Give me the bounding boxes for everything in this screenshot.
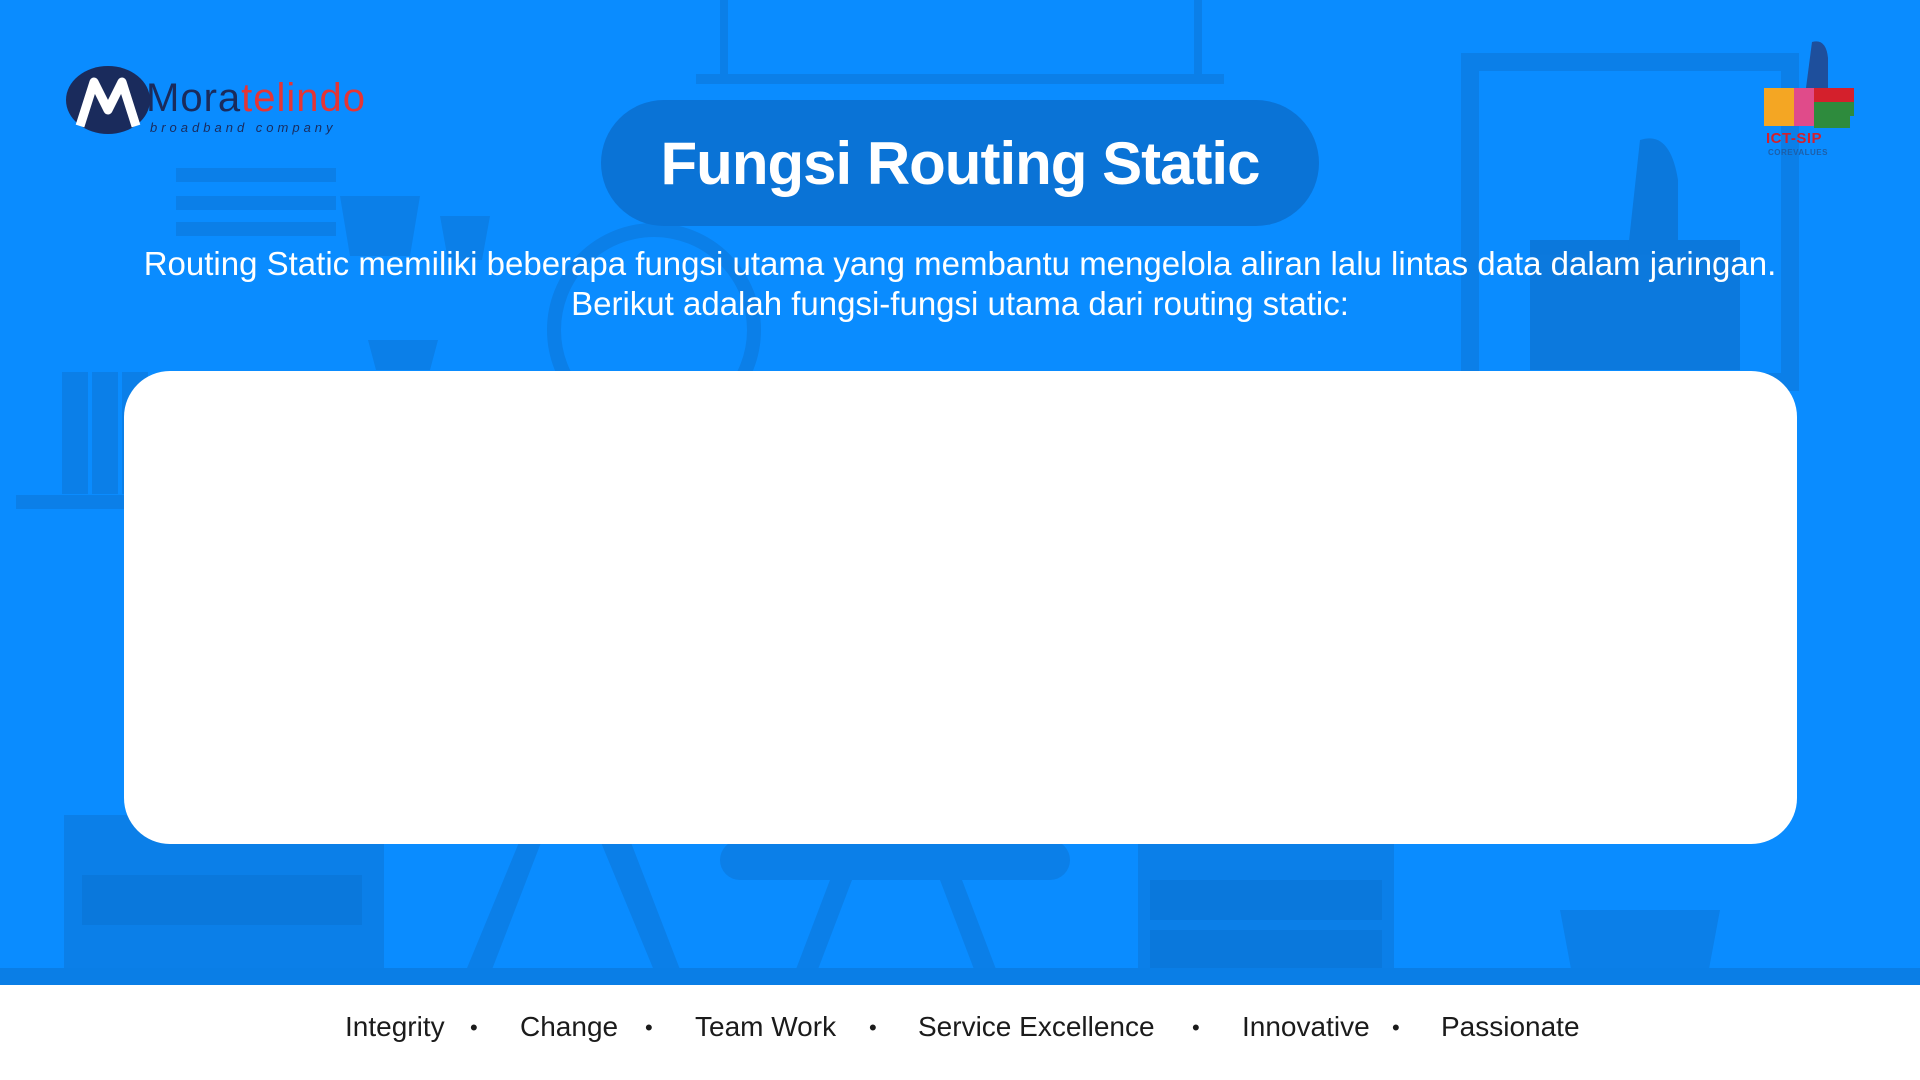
corevalues-badge: ICT-SIP COREVALUES xyxy=(1760,38,1860,168)
value-separator: • xyxy=(1392,1015,1400,1040)
value-separator: • xyxy=(1192,1015,1200,1040)
company-logo: Moratelindo broadband company xyxy=(66,58,366,148)
logo-mark-icon xyxy=(66,66,150,134)
value-team-work: Team Work xyxy=(695,1011,837,1042)
logo-wordmark: Moratelindo xyxy=(146,76,367,120)
floor-strip xyxy=(0,968,1920,985)
value-integrity: Integrity xyxy=(345,1011,445,1042)
thumbs-up-puzzle-icon xyxy=(1764,41,1854,128)
title-pill: Fungsi Routing Static xyxy=(601,100,1319,226)
content-card xyxy=(124,371,1797,844)
logo-tagline: broadband company xyxy=(150,120,337,135)
value-innovative: Innovative xyxy=(1242,1011,1370,1042)
value-separator: • xyxy=(869,1015,877,1040)
value-separator: • xyxy=(470,1015,478,1040)
intro-line-1: Routing Static memiliki beberapa fungsi … xyxy=(143,245,1777,282)
value-separator: • xyxy=(645,1015,653,1040)
intro-line-2: Berikut adalah fungsi-fungsi utama dari … xyxy=(571,285,1349,322)
corevalues-subtitle: COREVALUES xyxy=(1768,148,1828,157)
value-change: Change xyxy=(520,1011,619,1042)
corevalues-title: ICT-SIP xyxy=(1766,130,1823,147)
core-values-list: Integrity • Change • Team Work • Service… xyxy=(0,1011,1920,1051)
slide-title: Fungsi Routing Static xyxy=(660,129,1261,197)
value-service-excellence: Service Excellence xyxy=(918,1011,1155,1042)
value-passionate: Passionate xyxy=(1441,1011,1580,1042)
intro-text: Routing Static memiliki beberapa fungsi … xyxy=(60,244,1860,324)
